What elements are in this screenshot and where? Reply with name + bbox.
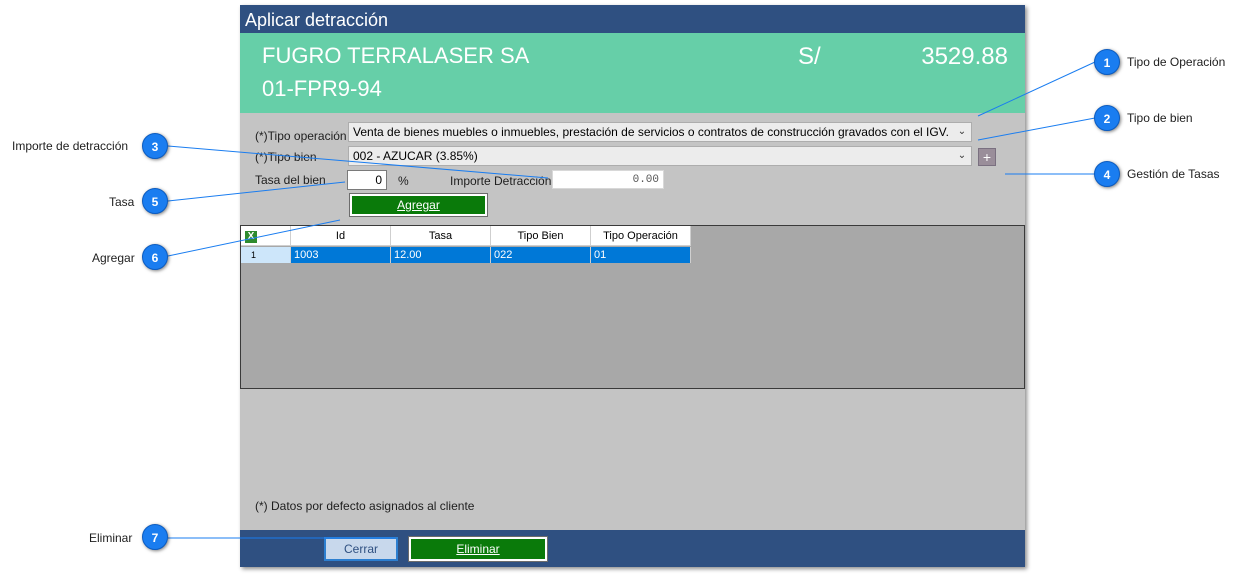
callout-badge-6: 6 [142, 244, 168, 270]
customer-name: FUGRO TERRALASER SA [262, 43, 530, 68]
total-amount: 3529.88 [921, 43, 1008, 70]
agregar-button[interactable]: Agregar [349, 193, 488, 217]
tipo-bien-label: (*)Tipo bien [255, 150, 317, 164]
callout-badge-3: 3 [142, 133, 168, 159]
tipo-bien-select[interactable]: 002 - AZUCAR (3.85%) ⌄ [348, 146, 972, 166]
column-header-tipo-operacion[interactable]: Tipo Operación [591, 226, 691, 246]
plus-icon: + [982, 149, 992, 165]
document-number: 01-FPR9-94 [262, 76, 382, 101]
cerrar-button[interactable]: Cerrar [324, 537, 398, 561]
column-header-tipo-bien[interactable]: Tipo Bien [491, 226, 591, 246]
row-number[interactable]: 1 [241, 247, 291, 263]
callout-label-5: Tasa [109, 195, 135, 209]
eliminar-button[interactable]: Eliminar [408, 536, 548, 562]
detraccion-grid[interactable]: X Id Tasa Tipo Bien Tipo Operación 1 100… [240, 225, 1025, 389]
summary-header: FUGRO TERRALASER SA 01-FPR9-94 S/ 3529.8… [240, 33, 1025, 113]
agregar-label: Agregar [397, 198, 440, 212]
importe-label: Importe Detracción [450, 174, 552, 188]
cell-tipo-bien[interactable]: 022 [491, 247, 591, 263]
tipo-operacion-value: Venta de bienes muebles o inmuebles, pre… [353, 125, 949, 139]
callout-label-2: Tipo de bien [1127, 111, 1193, 125]
callout-badge-5: 5 [142, 188, 168, 214]
default-data-note: (*) Datos por defecto asignados al clien… [255, 499, 475, 513]
tasa-input[interactable]: 0 [347, 170, 387, 190]
callout-label-3: Importe de detracción [12, 139, 129, 153]
callout-badge-1: 1 [1094, 49, 1120, 75]
callout-label-1: Tipo de Operación [1127, 55, 1226, 69]
currency-symbol: S/ [798, 43, 821, 70]
callout-label-4: Gestión de Tasas [1127, 167, 1220, 181]
tipo-bien-value: 002 - AZUCAR (3.85%) [353, 149, 478, 163]
window-title: Aplicar detracción [240, 5, 1025, 33]
tipo-operacion-label: (*)Tipo operación [255, 129, 347, 143]
add-rate-button[interactable]: + [978, 148, 996, 166]
percent-label: % [398, 174, 409, 188]
callout-label-7: Eliminar [89, 531, 133, 545]
eliminar-label: Eliminar [456, 542, 500, 556]
cell-tipo-operacion[interactable]: 01 [591, 247, 691, 263]
chevron-down-icon: ⌄ [957, 150, 967, 161]
tipo-operacion-select[interactable]: Venta de bienes muebles o inmuebles, pre… [348, 122, 972, 142]
importe-input[interactable]: 0.00 [552, 170, 664, 189]
callout-badge-4: 4 [1094, 161, 1120, 187]
column-header-tasa[interactable]: Tasa [391, 226, 491, 246]
callout-label-6: Agregar [92, 251, 135, 265]
grid-corner[interactable]: X [241, 226, 291, 246]
tasa-label: Tasa del bien [255, 173, 326, 187]
detraccion-dialog: Aplicar detracción FUGRO TERRALASER SA 0… [240, 5, 1025, 567]
callout-badge-7: 7 [142, 524, 168, 550]
chevron-down-icon: ⌄ [957, 126, 967, 137]
cell-id[interactable]: 1003 [291, 247, 391, 263]
footer-bar: Cerrar Eliminar [240, 530, 1025, 567]
cell-tasa[interactable]: 12.00 [391, 247, 491, 263]
excel-export-icon[interactable]: X [245, 231, 257, 243]
callout-badge-2: 2 [1094, 105, 1120, 131]
column-header-id[interactable]: Id [291, 226, 391, 246]
